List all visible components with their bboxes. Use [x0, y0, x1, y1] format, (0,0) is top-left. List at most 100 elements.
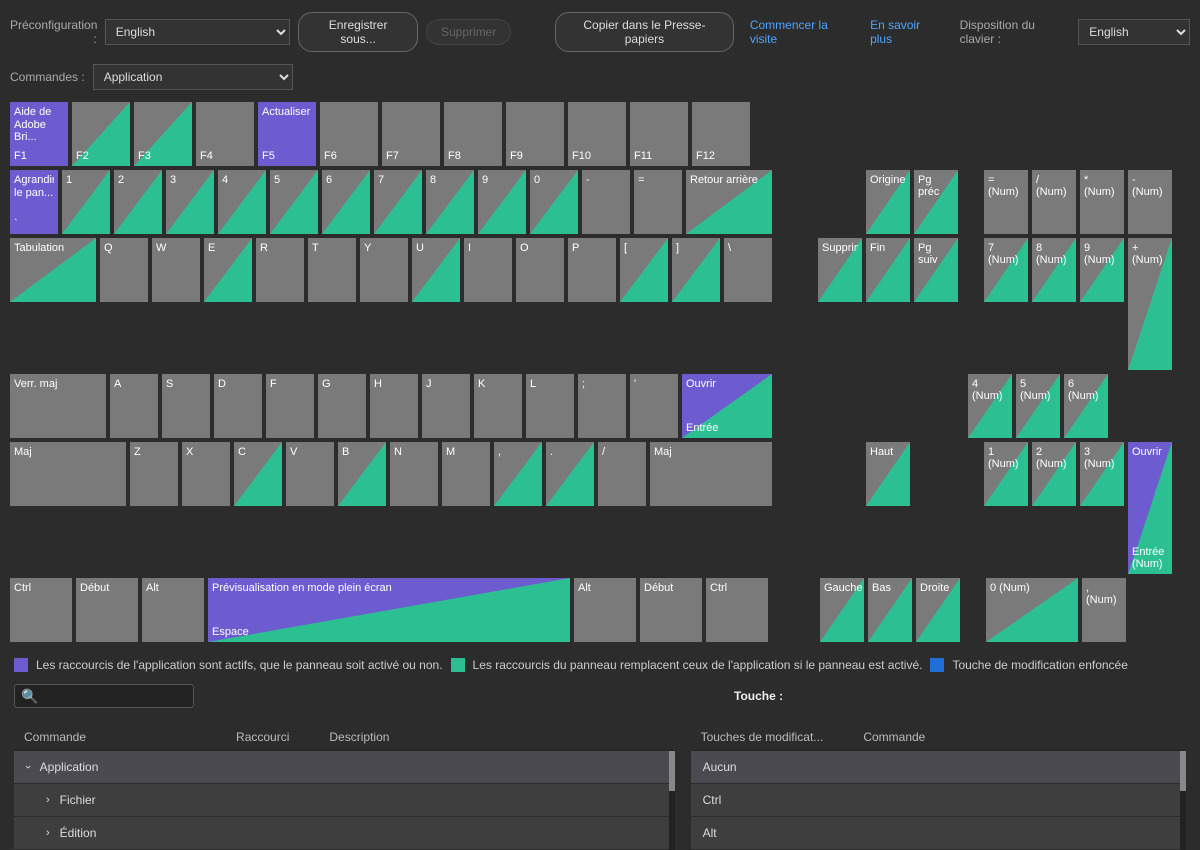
key-b[interactable]: B [338, 442, 386, 506]
key-equal[interactable]: = [634, 170, 682, 234]
key-2[interactable]: 2 [114, 170, 162, 234]
key-num2[interactable]: 2 (Num) [1032, 442, 1076, 506]
key-f11[interactable]: F11 [630, 102, 688, 166]
key-d[interactable]: D [214, 374, 262, 438]
key-f6[interactable]: F6 [320, 102, 378, 166]
key-5[interactable]: 5 [270, 170, 318, 234]
key-num5[interactable]: 5 (Num) [1016, 374, 1060, 438]
key-8[interactable]: 8 [426, 170, 474, 234]
key-delete[interactable]: Supprimer [818, 238, 862, 302]
learn-more-link[interactable]: En savoir plus [870, 18, 940, 46]
key-end[interactable]: Fin [866, 238, 910, 302]
key-semi[interactable]: ; [578, 374, 626, 438]
key-v[interactable]: V [286, 442, 334, 506]
key-1[interactable]: 1 [62, 170, 110, 234]
key-num9[interactable]: 9 (Num) [1080, 238, 1124, 302]
key-tab[interactable]: Tabulation [10, 238, 96, 302]
key-down[interactable]: Bas [868, 578, 912, 642]
key-pgdn[interactable]: Pg suiv [914, 238, 958, 302]
preset-select[interactable]: English [105, 19, 291, 45]
key-z[interactable]: Z [130, 442, 178, 506]
key-shift-r[interactable]: Maj [650, 442, 772, 506]
key-o[interactable]: O [516, 238, 564, 302]
key-g[interactable]: G [318, 374, 366, 438]
key-ctrl-r[interactable]: Ctrl [706, 578, 768, 642]
key-f4[interactable]: F4 [196, 102, 254, 166]
mod-row-ctrl[interactable]: Ctrl [691, 784, 1186, 817]
key-f7[interactable]: F7 [382, 102, 440, 166]
key-lbracket[interactable]: [ [620, 238, 668, 302]
key-num-enter[interactable]: OuvrirEntrée (Num) [1128, 442, 1172, 574]
key-r[interactable]: R [256, 238, 304, 302]
key-t[interactable]: T [308, 238, 356, 302]
key-u[interactable]: U [412, 238, 460, 302]
list-row-fichier[interactable]: › Fichier [14, 784, 675, 817]
key-win-r[interactable]: Début [640, 578, 702, 642]
search-input[interactable] [42, 689, 187, 703]
key-a[interactable]: A [110, 374, 158, 438]
key-7[interactable]: 7 [374, 170, 422, 234]
key-quote[interactable]: ' [630, 374, 678, 438]
key-3[interactable]: 3 [166, 170, 214, 234]
key-shift-l[interactable]: Maj [10, 442, 126, 506]
copy-clipboard-button[interactable]: Copier dans le Presse-papiers [555, 12, 734, 52]
start-tour-link[interactable]: Commencer la visite [750, 18, 850, 46]
scrollbar[interactable] [669, 751, 675, 850]
key-slash[interactable]: / [598, 442, 646, 506]
key-y[interactable]: Y [360, 238, 408, 302]
key-6[interactable]: 6 [322, 170, 370, 234]
key-pgup[interactable]: Pg préc [914, 170, 958, 234]
key-num-mul[interactable]: * (Num) [1080, 170, 1124, 234]
key-w[interactable]: W [152, 238, 200, 302]
key-i[interactable]: I [464, 238, 512, 302]
key-f8[interactable]: F8 [444, 102, 502, 166]
key-caps[interactable]: Verr. maj [10, 374, 106, 438]
save-as-button[interactable]: Enregistrer sous... [298, 12, 418, 52]
key-win-l[interactable]: Début [76, 578, 138, 642]
commands-select[interactable]: Application [93, 64, 293, 90]
key-home[interactable]: Origine [866, 170, 910, 234]
key-enter[interactable]: OuvrirEntrée [682, 374, 772, 438]
key-f9[interactable]: F9 [506, 102, 564, 166]
key-up[interactable]: Haut [866, 442, 910, 506]
key-h[interactable]: H [370, 374, 418, 438]
key-comma[interactable]: , [494, 442, 542, 506]
key-alt-l[interactable]: Alt [142, 578, 204, 642]
key-q[interactable]: Q [100, 238, 148, 302]
list-row-edition[interactable]: › Édition [14, 817, 675, 850]
key-9[interactable]: 9 [478, 170, 526, 234]
list-row-application[interactable]: › Application [14, 751, 675, 784]
layout-select[interactable]: English [1078, 19, 1190, 45]
key-e[interactable]: E [204, 238, 252, 302]
key-f[interactable]: F [266, 374, 314, 438]
key-num-eq[interactable]: = (Num) [984, 170, 1028, 234]
key-num-plus[interactable]: + (Num) [1128, 238, 1172, 370]
key-j[interactable]: J [422, 374, 470, 438]
key-f2[interactable]: F2 [72, 102, 130, 166]
scrollbar[interactable] [1180, 751, 1186, 850]
key-f5[interactable]: ActualiserF5 [258, 102, 316, 166]
key-num-div[interactable]: / (Num) [1032, 170, 1076, 234]
key-f12[interactable]: F12 [692, 102, 750, 166]
key-m[interactable]: M [442, 442, 490, 506]
key-backslash[interactable]: \ [724, 238, 772, 302]
key-k[interactable]: K [474, 374, 522, 438]
key-rbracket[interactable]: ] [672, 238, 720, 302]
key-s[interactable]: S [162, 374, 210, 438]
key-alt-r[interactable]: Alt [574, 578, 636, 642]
mod-row-none[interactable]: Aucun [691, 751, 1186, 784]
key-minus[interactable]: - [582, 170, 630, 234]
key-x[interactable]: X [182, 442, 230, 506]
key-num-min[interactable]: - (Num) [1128, 170, 1172, 234]
key-num6[interactable]: 6 (Num) [1064, 374, 1108, 438]
key-backspace[interactable]: Retour arrière [686, 170, 772, 234]
key-dot[interactable]: . [546, 442, 594, 506]
key-f1[interactable]: Aide de Adobe Bri...F1 [10, 102, 68, 166]
key-p[interactable]: P [568, 238, 616, 302]
key-n[interactable]: N [390, 442, 438, 506]
key-num7[interactable]: 7 (Num) [984, 238, 1028, 302]
key-left[interactable]: Gauche [820, 578, 864, 642]
key-backtick[interactable]: Agrandir le pan...` [10, 170, 58, 234]
key-f10[interactable]: F10 [568, 102, 626, 166]
key-right[interactable]: Droite [916, 578, 960, 642]
